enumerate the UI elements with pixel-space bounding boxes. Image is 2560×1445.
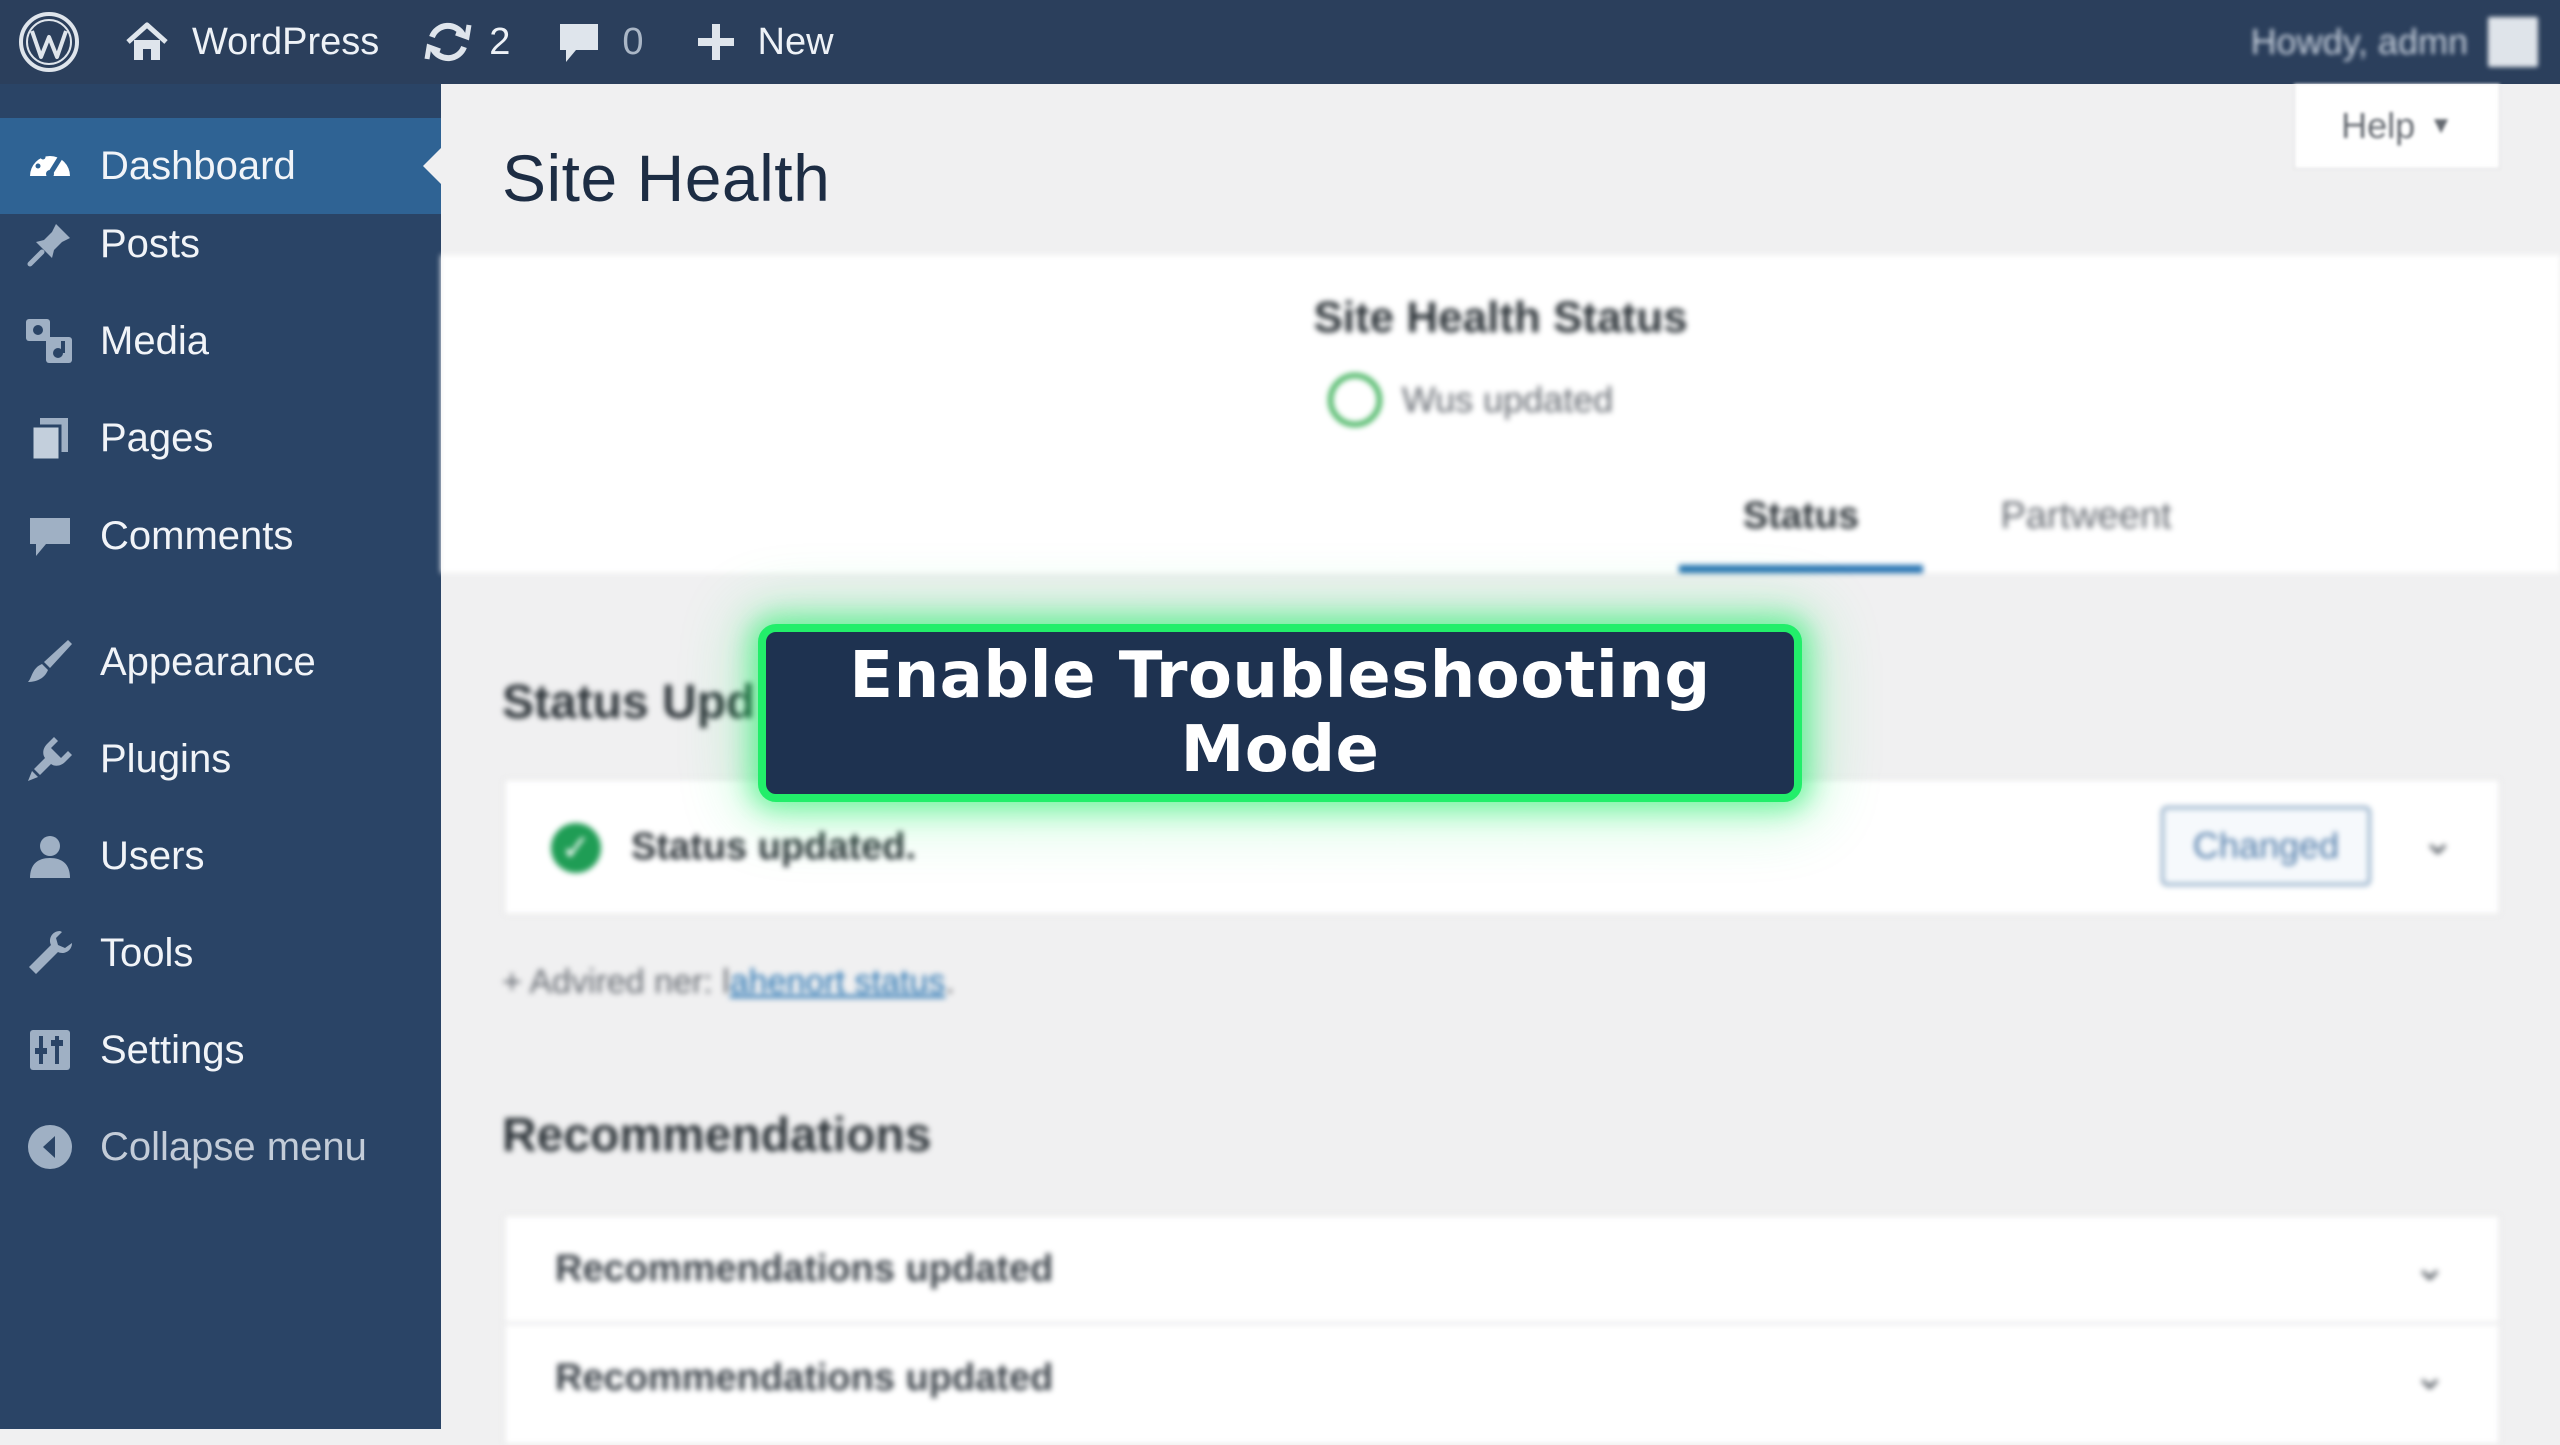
site-name-link[interactable]: WordPress xyxy=(124,0,379,84)
chevron-down-icon[interactable]: ⌄ xyxy=(2421,818,2455,864)
advice-line: + Advired ner: lahenort status. xyxy=(502,963,955,1002)
sidebar-item-label: Settings xyxy=(100,1027,245,1072)
sidebar-item-posts[interactable]: Posts xyxy=(0,196,441,292)
settings-icon xyxy=(22,1022,78,1078)
dashboard-icon xyxy=(22,138,78,194)
sidebar-item-settings[interactable]: Settings xyxy=(0,1002,441,1098)
sidebar-item-label: Appearance xyxy=(100,639,316,684)
sidebar-item-label: Plugins xyxy=(100,736,232,781)
collapse-menu-button[interactable]: Collapse menu xyxy=(0,1099,441,1195)
sidebar-item-label: Dashboard xyxy=(100,143,296,188)
home-icon xyxy=(126,22,168,60)
pages-icon xyxy=(22,410,78,466)
status-item-text: Status updated. xyxy=(631,826,917,868)
sidebar-item-label: Tools xyxy=(100,930,194,975)
status-section-title: Status Upd xyxy=(502,676,756,729)
advice-prefix: + Advired ner: l xyxy=(502,963,730,1001)
tab-info[interactable]: Partweent xyxy=(1961,485,2211,573)
plug-icon xyxy=(22,731,78,787)
advice-link[interactable]: ahenort status xyxy=(730,963,945,1001)
sidebar-item-media[interactable]: Media xyxy=(0,293,441,389)
health-status-text: Wus updated xyxy=(1401,379,1614,420)
sidebar-item-label: Users xyxy=(100,833,205,878)
page-title: Site Health xyxy=(502,141,831,215)
sidebar-item-appearance[interactable]: Appearance xyxy=(0,614,441,710)
advice-suffix: . xyxy=(945,963,955,1001)
my-account-link[interactable]: Howdy, admn xyxy=(2251,0,2538,84)
avatar xyxy=(2488,17,2538,67)
wrench-icon xyxy=(22,925,78,981)
comment-icon xyxy=(22,508,78,564)
recommendation-item[interactable]: Recommendations updated ⌄ xyxy=(504,1215,2500,1323)
help-label: Help xyxy=(2341,105,2416,146)
health-status-title: Site Health Status xyxy=(1313,293,1688,342)
recommendations-title: Recommendations xyxy=(502,1109,932,1162)
sidebar-item-pages[interactable]: Pages xyxy=(0,390,441,486)
wordpress-logo-icon[interactable] xyxy=(18,0,80,84)
admin-bar: WordPress 2 0 New Howdy, admn xyxy=(0,0,2560,84)
sidebar-item-label: Media xyxy=(100,318,209,363)
sidebar-item-label: Pages xyxy=(100,415,214,460)
tab-status[interactable]: Status xyxy=(1679,485,1923,573)
sidebar-item-label: Posts xyxy=(100,221,201,266)
sidebar-item-label: Comments xyxy=(100,513,294,558)
new-label: New xyxy=(757,20,834,63)
recommendation-text: Recommendations updated xyxy=(555,1248,1054,1290)
health-check-header: Site Health Status Wus updated Status Pa… xyxy=(441,255,2560,573)
updates-count: 2 xyxy=(489,20,511,63)
user-icon xyxy=(22,828,78,884)
recommendation-item[interactable]: Recommendations updated ⌄ xyxy=(504,1325,2500,1445)
collapse-icon xyxy=(22,1119,78,1175)
refresh-icon xyxy=(424,22,472,62)
caret-down-icon: ▼ xyxy=(2429,112,2453,139)
health-progress-circle xyxy=(1327,373,1382,427)
sidebar-item-comments[interactable]: Comments xyxy=(0,488,441,584)
health-status-row: Wus updated xyxy=(441,373,2560,427)
recommendation-text: Recommendations updated xyxy=(555,1357,1054,1399)
updates-link[interactable]: 2 xyxy=(423,0,510,84)
pin-icon xyxy=(22,216,78,272)
howdy-greeting: Howdy, admn xyxy=(2250,21,2468,62)
enable-troubleshooting-mode-button[interactable]: Enable Troubleshooting Mode xyxy=(758,624,1802,802)
comments-link[interactable]: 0 xyxy=(558,0,644,84)
plus-icon xyxy=(697,24,734,60)
admin-sidebar: Dashboard Posts Media Pages Comments App… xyxy=(0,84,441,1429)
new-content-link[interactable]: New xyxy=(696,0,834,84)
media-icon xyxy=(22,313,78,369)
comments-count: 0 xyxy=(622,20,644,63)
status-badge: Changed xyxy=(2161,806,2371,886)
comment-icon xyxy=(560,24,599,62)
help-tab-button[interactable]: Help ▼ xyxy=(2294,84,2500,169)
chevron-down-icon[interactable]: ⌄ xyxy=(2413,1244,2447,1290)
check-circle-icon: ✓ xyxy=(551,823,601,873)
chevron-down-icon[interactable]: ⌄ xyxy=(2413,1353,2447,1399)
sidebar-item-plugins[interactable]: Plugins xyxy=(0,711,441,807)
sidebar-item-users[interactable]: Users xyxy=(0,808,441,904)
sidebar-item-label: Collapse menu xyxy=(100,1124,367,1169)
brush-icon xyxy=(22,634,78,690)
site-name-label: WordPress xyxy=(192,20,380,63)
sidebar-item-tools[interactable]: Tools xyxy=(0,905,441,1001)
